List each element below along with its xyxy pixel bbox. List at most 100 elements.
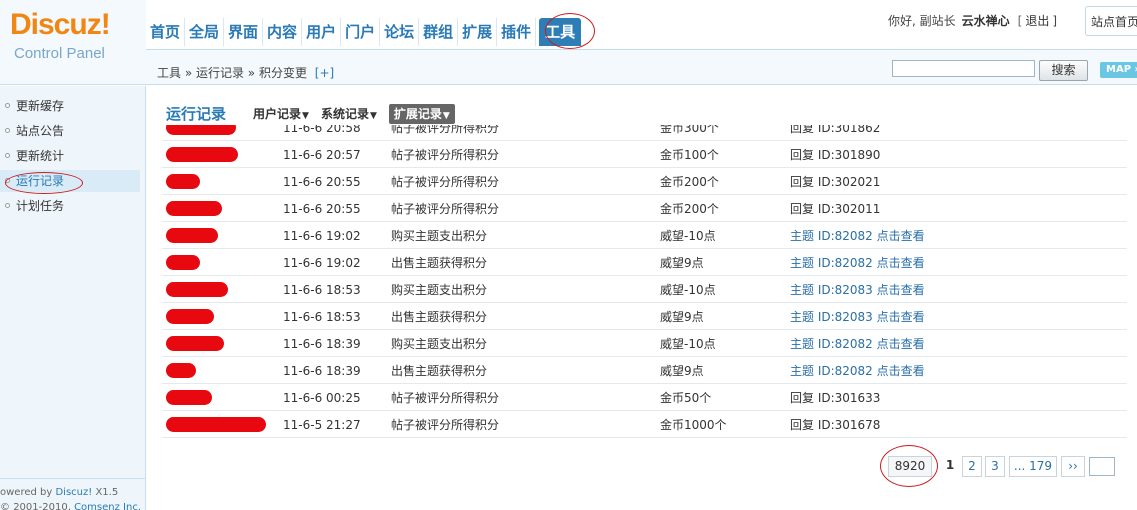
page-link-last[interactable]: ... 179	[1009, 456, 1057, 477]
search-button[interactable]: 搜索	[1039, 60, 1088, 81]
page-link-3[interactable]: 3	[985, 456, 1005, 477]
redacted-username	[166, 282, 228, 297]
powered-brand-link[interactable]: Discuz!	[55, 487, 92, 498]
pagination: 8920 1 2 3 ... 179 ››	[880, 445, 1137, 487]
sidebar-item-label: 更新缓存	[16, 99, 65, 113]
log-tab-0[interactable]: 用户记录▼	[253, 104, 309, 124]
company-link[interactable]: Comsenz Inc.	[74, 502, 141, 510]
site-home-button[interactable]: 站点首页	[1085, 6, 1137, 36]
page-jump-input[interactable]	[1089, 457, 1115, 476]
redacted-username	[166, 363, 196, 378]
log-target: 回复 ID:302021	[790, 175, 881, 189]
caret-down-icon: ▼	[442, 111, 450, 121]
log-target[interactable]: 主题 ID:82083 点击查看	[790, 282, 925, 298]
credit-change: 威望9点	[660, 364, 704, 378]
sidebar-item-3[interactable]: 运行记录	[0, 170, 140, 192]
log-time: 11-6-6 20:57	[283, 148, 361, 162]
log-target[interactable]: 主题 ID:82082 点击查看	[790, 336, 925, 352]
log-reason: 帖子被评分所得积分	[391, 391, 500, 405]
log-reason: 出售主题获得积分	[391, 310, 488, 324]
log-time: 11-6-6 19:02	[283, 256, 361, 270]
greeting: 你好, 副站长	[888, 14, 956, 28]
credit-change: 威望-10点	[660, 229, 716, 243]
bracket-open: [	[1017, 13, 1023, 28]
next-page-button[interactable]: ››	[1061, 456, 1085, 477]
redacted-username	[166, 417, 266, 432]
log-tab-2[interactable]: 扩展记录▼	[388, 104, 455, 124]
table-row: 11-6-6 18:39 购买主题支出积分 威望-10点 主题 ID:82082 点击…	[162, 330, 1127, 357]
log-time: 11-6-6 20:55	[283, 202, 361, 216]
log-target[interactable]: 主题 ID:82082 点击查看	[790, 255, 925, 271]
sidebar-item-1[interactable]: 站点公告	[0, 120, 140, 142]
redacted-username	[166, 174, 200, 189]
breadcrumb-path: 工具 » 运行记录 » 积分变更	[157, 66, 307, 80]
log-time: 11-6-6 20:58	[283, 125, 361, 135]
log-tab-label: 用户记录	[253, 107, 302, 121]
search-input[interactable]	[892, 60, 1035, 77]
nav-tab-2[interactable]: 界面	[224, 18, 264, 46]
bullet-icon	[5, 128, 10, 133]
header: Discuz! Control Panel 首页 全局 界面 内容 用户 门户 论坛 群组 扩展…	[0, 0, 1137, 85]
sidebar-item-0[interactable]: 更新缓存	[0, 95, 140, 117]
logo[interactable]: Discuz! Control Panel	[0, 0, 146, 85]
redacted-username	[166, 255, 200, 270]
nav-tab-8[interactable]: 扩展	[458, 18, 498, 46]
map-button[interactable]: MAP »	[1100, 62, 1137, 78]
credit-change: 金币1000个	[660, 418, 727, 432]
table-row: 11-6-6 20:55 帖子被评分所得积分 金币200个 回复 ID:302011	[162, 195, 1127, 222]
nav-tab-7[interactable]: 群组	[419, 18, 459, 46]
nav-tab-1[interactable]: 全局	[185, 18, 225, 46]
table-row: 11-6-6 19:02 购买主题支出积分 威望-10点 主题 ID:82082 点击…	[162, 222, 1127, 249]
nav-tab-9[interactable]: 插件	[497, 18, 537, 46]
logo-subtitle: Control Panel	[14, 45, 105, 62]
log-target: 回复 ID:301890	[790, 148, 881, 162]
username[interactable]: 云水禅心	[962, 12, 1010, 29]
sidebar-item-2[interactable]: 更新统计	[0, 145, 140, 167]
log-reason: 购买主题支出积分	[391, 229, 488, 243]
top-nav: 首页 全局 界面 内容 用户 门户 论坛 群组 扩展 插件 工具	[146, 18, 582, 48]
log-reason: 帖子被评分所得积分	[391, 125, 500, 135]
total-count: 8920	[888, 456, 932, 477]
log-target[interactable]: 主题 ID:82082 点击查看	[790, 228, 925, 244]
table-row: 11-6-6 20:58 帖子被评分所得积分 金币300个 回复 ID:301862	[162, 125, 1127, 141]
log-target: 回复 ID:302011	[790, 202, 881, 216]
log-target[interactable]: 主题 ID:82082 点击查看	[790, 363, 925, 379]
bracket-close: ]	[1052, 13, 1058, 28]
logout-link[interactable]: 退出	[1025, 12, 1049, 29]
table-row: 11-6-5 21:27 帖子被评分所得积分 金币1000个 回复 ID:301678	[162, 411, 1127, 438]
sidebar-item-label: 计划任务	[16, 199, 65, 213]
table-row: 11-6-6 20:55 帖子被评分所得积分 金币200个 回复 ID:302021	[162, 168, 1127, 195]
credit-change: 威望-10点	[660, 283, 716, 297]
nav-tab-10[interactable]: 工具	[539, 18, 582, 46]
nav-tab-4[interactable]: 用户	[302, 18, 342, 46]
bullet-icon	[5, 178, 10, 183]
bullet-icon	[5, 203, 10, 208]
table-row: 11-6-6 00:25 帖子被评分所得积分 金币50个 回复 ID:301633	[162, 384, 1127, 411]
page-link-2[interactable]: 2	[962, 456, 982, 477]
sidebar: 更新缓存 站点公告 更新统计 运行记录 计划任务 owered by Discuz! X…	[0, 86, 146, 510]
add-shortcut-link[interactable]: [+]	[315, 66, 334, 80]
table-row: 11-6-6 20:57 帖子被评分所得积分 金币100个 回复 ID:301890	[162, 141, 1127, 168]
caret-down-icon: ▼	[369, 111, 377, 121]
powered-version: X1.5	[92, 487, 119, 498]
credit-change: 金币200个	[660, 175, 719, 189]
redacted-username	[166, 201, 222, 216]
log-target: 回复 ID:301633	[790, 391, 881, 405]
nav-tab-0[interactable]: 首页	[146, 18, 186, 46]
log-type-tabs: 用户记录▼ 系统记录▼ 扩展记录▼	[253, 104, 467, 124]
sidebar-item-4[interactable]: 计划任务	[0, 195, 140, 217]
credit-change: 威望-10点	[660, 337, 716, 351]
bullet-icon	[5, 103, 10, 108]
nav-tab-6[interactable]: 论坛	[380, 18, 420, 46]
log-tab-1[interactable]: 系统记录▼	[321, 104, 377, 124]
redacted-username	[166, 228, 218, 243]
redacted-username	[166, 125, 236, 135]
copyright-prefix: ©	[0, 502, 14, 510]
nav-tab-3[interactable]: 内容	[263, 18, 303, 46]
credit-change: 金币100个	[660, 148, 719, 162]
log-target[interactable]: 主题 ID:82083 点击查看	[790, 309, 925, 325]
redacted-username	[166, 336, 224, 351]
nav-tab-5[interactable]: 门户	[341, 18, 381, 46]
log-time: 11-6-6 18:39	[283, 364, 361, 378]
sidebar-item-label: 站点公告	[16, 124, 65, 138]
